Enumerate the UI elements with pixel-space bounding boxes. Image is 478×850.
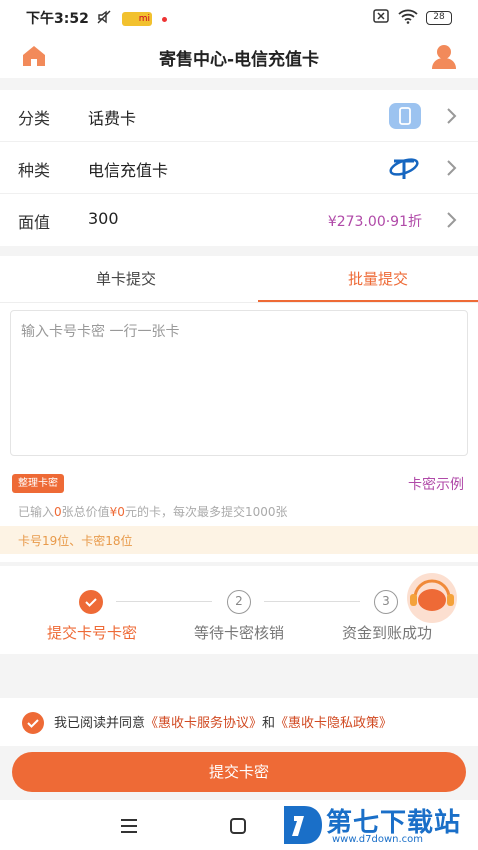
step-3-number: 3 (374, 590, 398, 614)
type-value: 电信充值卡 (88, 161, 169, 180)
status-time: 下午3:52 (26, 11, 89, 27)
agreement-row: 我已阅读并同意《惠收卡服务协议》和《惠收卡隐私政策》 (0, 698, 478, 746)
chevron-right-icon (446, 210, 458, 230)
category-row[interactable]: 分类 话费卡 (0, 90, 478, 142)
battery-indicator: 28 (426, 11, 452, 25)
chevron-right-icon (446, 158, 458, 178)
input-count-summary: 已输入0张总价值¥0元的卡，每次最多提交1000张 (18, 503, 288, 520)
service-agreement-link[interactable]: 《惠收卡服务协议》 (145, 716, 262, 731)
tab-batch-submit[interactable]: 批量提交 (278, 268, 478, 289)
count-value: ¥0 (109, 505, 125, 519)
agreement-text: 我已阅读并同意《惠收卡服务协议》和《惠收卡隐私政策》 (54, 712, 392, 731)
agreement-prefix: 我已阅读并同意 (54, 716, 146, 731)
sim-off-icon (372, 8, 390, 28)
menu-icon[interactable] (120, 818, 138, 833)
card-info-panel: 分类 话费卡 种类 电信充值卡 面值 300 ¥273.00·91折 (0, 90, 478, 246)
step-connector (264, 601, 360, 602)
category-value: 话费卡 (88, 109, 137, 128)
step-1-check-icon (79, 590, 103, 614)
active-tab-indicator (258, 300, 478, 302)
page-title: 寄售中心-电信充值卡 (158, 50, 320, 70)
denomination-label: 面值 (18, 213, 51, 232)
status-left-icons: mi (96, 9, 167, 29)
header: 寄售中心-电信充值卡 (0, 34, 478, 78)
tab-single-submit[interactable]: 单卡提交 (26, 268, 226, 289)
china-telecom-logo-icon (388, 154, 420, 186)
organize-cards-button[interactable]: 整理卡密 (12, 474, 64, 493)
format-hint: 卡号19位、卡密18位 (0, 526, 478, 554)
chevron-right-icon (446, 106, 458, 126)
step-2-label: 等待卡密核销 (193, 624, 284, 642)
app-notification-icon: mi (122, 12, 152, 26)
count-cards: 0 (54, 505, 62, 519)
count-mid: 张总价值 (61, 505, 110, 519)
step-1-label: 提交卡号卡密 (46, 624, 137, 642)
status-bar: 下午3:52 mi 28 (0, 0, 478, 34)
phone-card-icon (388, 102, 422, 134)
denomination-row[interactable]: 面值 300 ¥273.00·91折 (0, 194, 478, 246)
step-2-number: 2 (227, 590, 251, 614)
submit-button[interactable]: 提交卡密 (12, 752, 466, 792)
price-discount: ¥273.00·91折 (327, 214, 422, 230)
status-right-icons: 28 (372, 8, 452, 28)
site-watermark: 第七下载站 www.d7down.com (280, 802, 476, 850)
privacy-policy-link[interactable]: 《惠收卡隐私政策》 (275, 716, 392, 731)
mute-icon (96, 9, 112, 29)
count-prefix: 已输入 (18, 505, 55, 519)
d7-logo-icon (280, 802, 324, 848)
agree-checkbox[interactable] (22, 712, 44, 734)
dot-icon (162, 16, 167, 22)
type-row[interactable]: 种类 电信充值卡 (0, 142, 478, 194)
step-connector (116, 601, 212, 602)
customer-service-icon[interactable] (403, 572, 461, 624)
home-square-icon[interactable] (230, 818, 246, 834)
user-icon[interactable] (430, 42, 458, 70)
step-3-label: 资金到账成功 (341, 624, 432, 642)
type-label: 种类 (18, 161, 51, 180)
wifi-icon (398, 8, 418, 28)
watermark-url: www.d7down.com (332, 834, 424, 845)
agreement-and: 和 (262, 716, 276, 731)
tab-divider (0, 302, 478, 303)
submit-form-panel: 单卡提交 批量提交 输入卡号卡密 一行一张卡 整理卡密 卡密示例 已输入0张总价… (0, 256, 478, 562)
card-example-link[interactable]: 卡密示例 (408, 474, 464, 494)
count-suffix: 元的卡，每次最多提交1000张 (124, 505, 288, 519)
category-label: 分类 (18, 109, 51, 128)
card-input-textarea[interactable]: 输入卡号卡密 一行一张卡 (10, 310, 468, 456)
denomination-value: 300 (88, 209, 119, 228)
